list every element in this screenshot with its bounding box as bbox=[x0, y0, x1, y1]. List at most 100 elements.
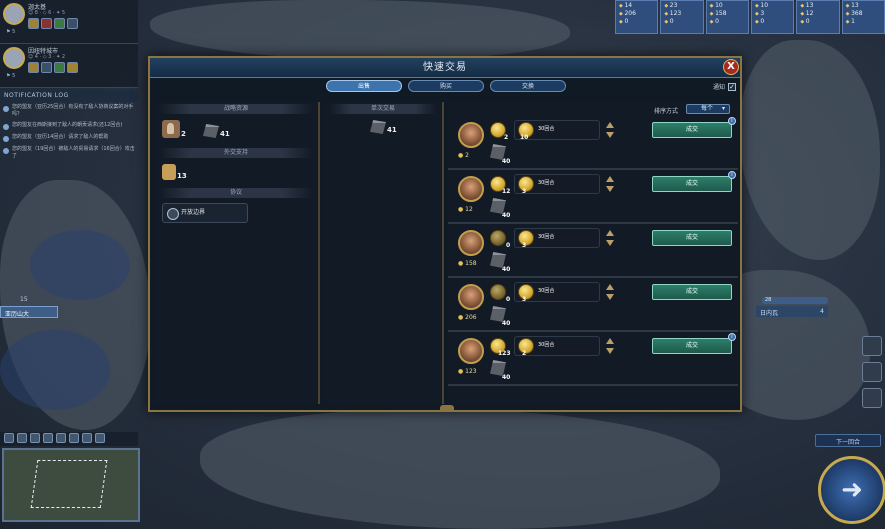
unit-icon[interactable] bbox=[862, 336, 882, 356]
resource-cell[interactable]: 1030 bbox=[750, 0, 795, 34]
civ-row-1[interactable]: 迦太基 ☺ 8 · ◇ 6 · ✦ 5 ⚑ 5 bbox=[0, 0, 138, 44]
accept-deal-button[interactable]: 成交 bbox=[652, 230, 732, 246]
resource-cell[interactable]: 133681 bbox=[841, 0, 885, 34]
leader-gold: 158 bbox=[458, 260, 476, 267]
resource-value: 14 bbox=[619, 2, 654, 10]
civ-status-panel: 迦太基 ☺ 8 · ◇ 6 · ✦ 5 ⚑ 5 因纽特城市 ☺ 4 · ◇ 3 … bbox=[0, 0, 138, 88]
dialog-title: 快速交易 bbox=[150, 58, 740, 78]
war-icon bbox=[41, 18, 52, 29]
map-search-icon[interactable] bbox=[82, 433, 92, 443]
notification-item[interactable]: 您的盟友（亚历25回合）有没有了敌人协商议案的对手吗？ bbox=[0, 102, 138, 120]
resource-value: 3 bbox=[755, 10, 790, 18]
next-turn-button[interactable]: ➜ bbox=[818, 456, 885, 524]
resource-count: 13 bbox=[177, 172, 187, 180]
info-icon[interactable]: i bbox=[728, 333, 736, 341]
notification-icon bbox=[3, 106, 9, 112]
pin-icon[interactable] bbox=[17, 433, 27, 443]
side-button-stack bbox=[862, 336, 882, 408]
city-banner-geneva[interactable]: 28 日内瓦 4 bbox=[744, 295, 828, 317]
offer-row: 2 2 40 10 30回合 成交 i bbox=[448, 116, 738, 170]
sort-dropdown[interactable]: 每个 bbox=[686, 104, 730, 114]
gold-coin-icon bbox=[490, 284, 506, 300]
notification-list: 您的盟友（亚历25回合）有没有了敌人协商议案的对手吗？ 您的盟友在西斯接到了敌人… bbox=[0, 102, 138, 162]
accept-deal-button[interactable]: 成交 bbox=[652, 284, 732, 300]
avatar bbox=[3, 47, 25, 69]
amount-stepper[interactable] bbox=[606, 230, 614, 246]
agreement-open-borders[interactable]: 开放边界 bbox=[162, 203, 248, 223]
notification-text: 您的盟友（19回合）被敌人的贸易请求（16回合）攻击了 bbox=[12, 146, 135, 159]
gold-coin-icon bbox=[490, 230, 506, 246]
amount-stepper[interactable] bbox=[606, 122, 614, 138]
sort-row: 排序方式 每个 bbox=[448, 102, 738, 116]
leader-portrait[interactable] bbox=[458, 176, 484, 202]
offer-row: 123 123 40 2 30回合 成交 i bbox=[448, 332, 738, 386]
info-icon[interactable]: i bbox=[728, 171, 736, 179]
gold-per-turn: 3 bbox=[522, 242, 527, 249]
diplomatic-favor[interactable]: 13 bbox=[162, 164, 187, 180]
notification-item[interactable]: 您的盟友在西斯接到了敌人的朝贡请求(还12回合) bbox=[0, 120, 138, 132]
resource-cell[interactable]: 231230 bbox=[660, 0, 704, 34]
leader-portrait[interactable] bbox=[458, 284, 484, 310]
resource-value: 0 bbox=[710, 18, 745, 26]
notification-item[interactable]: 您的盟友（亚历14回合）请求了敌人的帮助 bbox=[0, 132, 138, 144]
leader-gold: 12 bbox=[458, 206, 473, 213]
leader-portrait[interactable] bbox=[458, 122, 484, 148]
resource-cell[interactable]: 101580 bbox=[705, 0, 749, 34]
strategic-view-icon[interactable] bbox=[56, 433, 66, 443]
resource-value: 10 bbox=[755, 2, 790, 10]
sort-label: 排序方式 bbox=[654, 108, 679, 115]
diplomacy-icon bbox=[67, 18, 78, 29]
accept-deal-button[interactable]: 成交 bbox=[652, 338, 732, 354]
lens-toolbar bbox=[0, 432, 138, 446]
tab-sell[interactable]: 出售 bbox=[326, 80, 402, 92]
notification-log-header[interactable]: NOTIFICATION LOG bbox=[0, 90, 138, 102]
notify-checkbox[interactable]: ✓ bbox=[728, 82, 736, 91]
offer-row: 12 12 40 3 30回合 成交 i bbox=[448, 170, 738, 224]
resource-value: 12 bbox=[800, 10, 835, 18]
iron-amount: 40 bbox=[502, 212, 511, 219]
filter-icon[interactable] bbox=[43, 433, 53, 443]
accept-deal-button[interactable]: 成交 bbox=[652, 122, 732, 138]
gold-icon bbox=[28, 18, 39, 29]
civic-icon[interactable] bbox=[862, 388, 882, 408]
layers-icon[interactable] bbox=[95, 433, 105, 443]
lens-icon[interactable] bbox=[4, 433, 14, 443]
dialog-footer-ornament bbox=[440, 405, 454, 410]
resource-count: 2 bbox=[181, 130, 186, 138]
leader-portrait[interactable] bbox=[458, 338, 484, 364]
resource-cell[interactable]: 142060 bbox=[615, 0, 659, 34]
tab-exchange[interactable]: 交换 bbox=[490, 80, 566, 92]
leader-portrait[interactable] bbox=[458, 230, 484, 256]
close-button[interactable]: X bbox=[723, 59, 739, 75]
iron-icon bbox=[370, 120, 386, 134]
tab-buy[interactable]: 购买 bbox=[408, 80, 484, 92]
amount-stepper[interactable] bbox=[606, 176, 614, 192]
map-lake bbox=[30, 230, 130, 300]
resource-value: 0 bbox=[755, 18, 790, 26]
accept-deal-button[interactable]: 成交 bbox=[652, 176, 732, 192]
amount-stepper[interactable] bbox=[606, 338, 614, 354]
resource-value: 158 bbox=[710, 10, 745, 18]
minimap[interactable] bbox=[2, 448, 140, 522]
resource-iron[interactable]: 41 bbox=[202, 124, 230, 138]
city-banner-alexandria[interactable]: 亚历山大 bbox=[0, 306, 58, 318]
amount-stepper[interactable] bbox=[606, 284, 614, 300]
notification-item[interactable]: 您的盟友（19回合）被敌人的贸易请求（16回合）攻击了 bbox=[0, 144, 138, 162]
offered-iron[interactable]: 41 bbox=[370, 120, 397, 134]
info-icon[interactable]: i bbox=[728, 117, 736, 125]
settings-icon[interactable] bbox=[69, 433, 79, 443]
civ-mini-stat: ⚑ 5 bbox=[6, 73, 16, 79]
duration-label: 30回合 bbox=[538, 126, 555, 132]
selected-items-column: 单次交易 41 bbox=[324, 102, 444, 404]
culture-icon bbox=[67, 62, 78, 73]
my-items-column: 战略资源 2 41 外交支持 13 协议 开放边界 bbox=[154, 102, 320, 404]
resource-cell[interactable]: 13120 bbox=[796, 0, 840, 34]
next-turn-label[interactable]: 下一回合 bbox=[815, 434, 881, 447]
tech-icon[interactable] bbox=[862, 362, 882, 382]
grid-icon[interactable] bbox=[30, 433, 40, 443]
leader-gold: 2 bbox=[458, 152, 469, 159]
civ-row-2[interactable]: 因纽特城市 ☺ 4 · ◇ 3 · ✦ 2 ⚑ 5 bbox=[0, 44, 138, 88]
resource-horses[interactable]: 2 bbox=[162, 120, 186, 138]
trade-tabs: 出售 购买 交换 bbox=[326, 80, 566, 92]
notify-toggle[interactable]: 通知 ✓ bbox=[713, 82, 736, 91]
